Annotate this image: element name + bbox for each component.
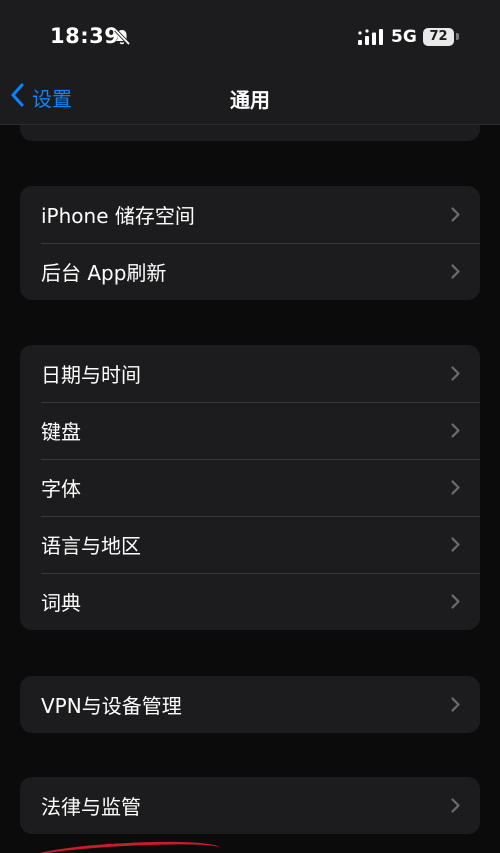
red-annotation-mark xyxy=(29,838,221,853)
navigation-bar: 设置 通用 xyxy=(0,70,500,125)
row-label: VPN与设备管理 xyxy=(41,694,182,718)
battery-icon: 72 xyxy=(423,28,454,46)
row-label: 法律与监管 xyxy=(41,795,141,819)
row-label: 后台 App刷新 xyxy=(41,261,167,285)
chevron-right-icon xyxy=(451,594,460,613)
chevron-right-icon xyxy=(451,480,460,499)
bell-slash-icon xyxy=(113,28,131,50)
page-title: 通用 xyxy=(230,88,270,112)
chevron-right-icon xyxy=(451,423,460,442)
chevron-right-icon xyxy=(451,537,460,556)
row-vpn-device-management[interactable]: VPN与设备管理 xyxy=(20,676,480,733)
previous-group-edge xyxy=(20,125,480,141)
row-date-time[interactable]: 日期与时间 xyxy=(20,345,480,402)
status-time: 18:39 xyxy=(50,24,120,48)
row-label: iPhone 储存空间 xyxy=(41,204,195,228)
chevron-right-icon xyxy=(451,207,460,226)
chevron-right-icon xyxy=(451,366,460,385)
row-label: 词典 xyxy=(41,591,81,615)
row-label: 语言与地区 xyxy=(41,534,141,558)
row-label: 日期与时间 xyxy=(41,363,141,387)
row-label: 键盘 xyxy=(41,420,81,444)
row-label: 字体 xyxy=(41,477,81,501)
chevron-right-icon xyxy=(451,697,460,716)
settings-group-storage: iPhone 储存空间 后台 App刷新 xyxy=(20,186,480,300)
row-language-region[interactable]: 语言与地区 xyxy=(20,516,480,573)
row-dictionary[interactable]: 词典 xyxy=(20,573,480,630)
settings-group-locale: 日期与时间 键盘 字体 语言与地区 词典 xyxy=(20,345,480,630)
network-type: 5G xyxy=(391,27,417,47)
row-fonts[interactable]: 字体 xyxy=(20,459,480,516)
row-keyboard[interactable]: 键盘 xyxy=(20,402,480,459)
row-legal-regulatory[interactable]: 法律与监管 xyxy=(20,777,480,834)
battery-tip xyxy=(456,33,459,40)
signal-bars-icon xyxy=(358,29,384,49)
settings-group-vpn: VPN与设备管理 xyxy=(20,676,480,733)
row-iphone-storage[interactable]: iPhone 储存空间 xyxy=(20,186,480,243)
chevron-right-icon xyxy=(451,264,460,283)
settings-group-legal: 法律与监管 xyxy=(20,777,480,834)
status-bar: 18:39 5G 72 xyxy=(0,0,500,70)
row-background-app-refresh[interactable]: 后台 App刷新 xyxy=(20,243,480,300)
chevron-right-icon xyxy=(451,798,460,817)
